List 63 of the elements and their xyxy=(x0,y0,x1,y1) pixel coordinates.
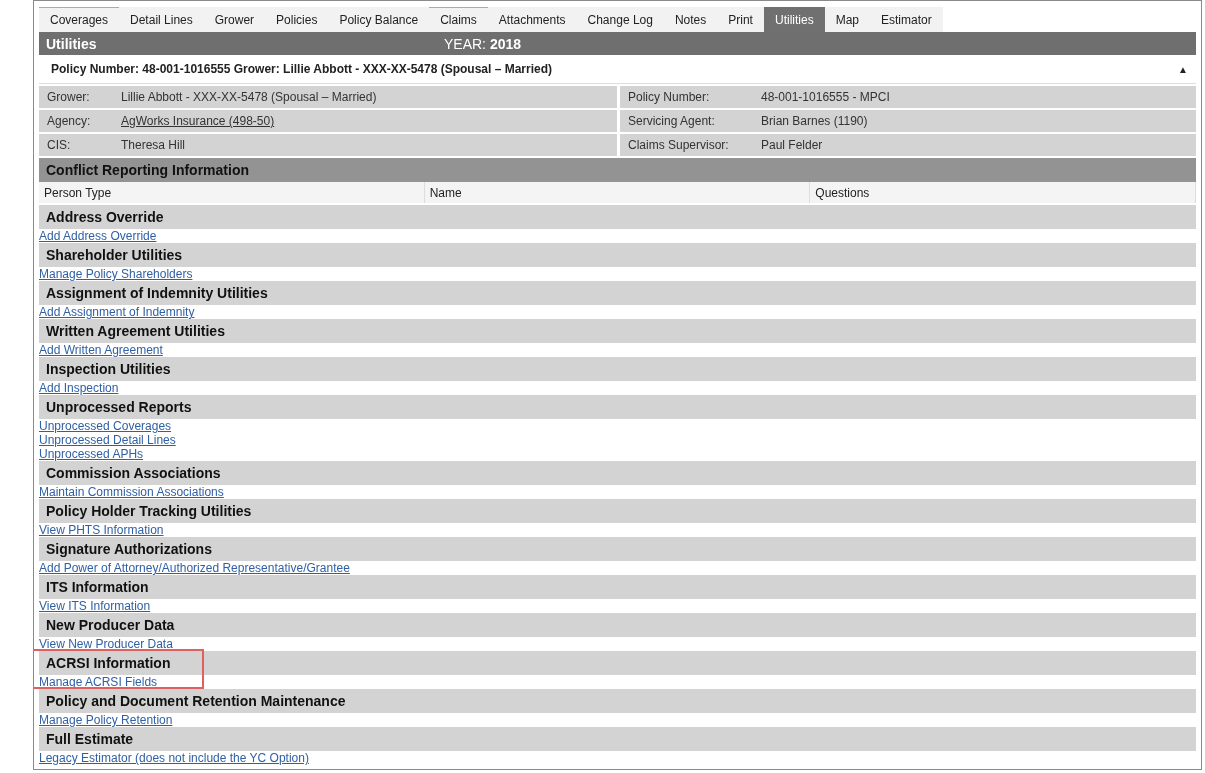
utility-link[interactable]: Add Inspection xyxy=(39,381,119,395)
utility-link[interactable]: Add Assignment of Indemnity xyxy=(39,305,195,319)
field-value: Theresa Hill xyxy=(121,138,186,152)
field-value: 48-001-1016555 - MPCI xyxy=(761,90,890,104)
tab[interactable]: Estimator xyxy=(870,7,943,32)
collapse-button[interactable]: ▲ xyxy=(1170,63,1196,75)
utility-link[interactable]: Maintain Commission Associations xyxy=(39,485,224,499)
section-title: Policy and Document Retention Maintenance xyxy=(46,693,346,709)
section-title: Address Override xyxy=(46,209,164,225)
utility-link[interactable]: View ITS Information xyxy=(39,599,151,613)
utility-link[interactable]: Unprocessed Coverages xyxy=(39,419,172,433)
field-label: Policy Number: xyxy=(627,90,711,104)
section-title: Conflict Reporting Information xyxy=(46,162,249,178)
tab[interactable]: Change Log xyxy=(576,7,664,32)
field-value: Brian Barnes (1190) xyxy=(761,114,868,128)
tab[interactable]: Notes xyxy=(663,7,718,32)
utility-link[interactable]: Manage Policy Shareholders xyxy=(39,267,193,281)
column-header: Questions xyxy=(810,182,1196,203)
section-title: Signature Authorizations xyxy=(46,541,212,557)
tab[interactable]: Policies xyxy=(265,7,329,32)
page-title: Utilities xyxy=(45,35,98,52)
section-title: New Producer Data xyxy=(46,617,175,633)
section-title: Assignment of Indemnity Utilities xyxy=(46,285,268,301)
section-title: Written Agreement Utilities xyxy=(46,323,225,339)
column-header: Name xyxy=(424,182,811,203)
tab[interactable]: Utilities xyxy=(763,7,825,32)
utility-link[interactable]: Unprocessed Detail Lines xyxy=(39,433,176,447)
tab[interactable]: Map xyxy=(824,7,870,32)
year-label: YEAR: 2018 xyxy=(444,35,522,52)
tab[interactable]: Detail Lines xyxy=(119,7,204,32)
field-label: CIS: xyxy=(46,138,72,152)
agency-link[interactable]: AgWorks Insurance (498-50) xyxy=(121,114,275,128)
tab[interactable]: Attachments xyxy=(487,7,577,32)
section-title: Unprocessed Reports xyxy=(46,399,192,415)
section-title: Inspection Utilities xyxy=(46,361,171,377)
field-value: Lillie Abbott - XXX-XX-5478 (Spousal – Married) xyxy=(121,90,377,104)
tab[interactable]: Coverages xyxy=(39,7,120,32)
utility-link[interactable]: Add Power of Attorney/Authorized Representative/Grantee xyxy=(39,561,350,575)
field-label: Agency: xyxy=(46,114,92,128)
utility-link[interactable]: Legacy Estimator (does not include the YC Option) xyxy=(39,751,309,765)
utility-link[interactable]: View New Producer Data xyxy=(39,637,173,651)
tab[interactable]: Grower xyxy=(203,7,266,32)
utility-link[interactable]: Manage Policy Retention xyxy=(39,713,173,727)
field-label: Grower: xyxy=(46,90,91,104)
utility-link[interactable]: Unprocessed APHs xyxy=(39,447,144,461)
tab[interactable]: Claims xyxy=(429,7,488,32)
section-title: Shareholder Utilities xyxy=(46,247,183,263)
policy-summary: Policy Number: 48-001-1016555 Grower: Lillie Abbott - XXX-XX-5478 (Spousal – Married) xyxy=(50,62,553,76)
utility-link[interactable]: Add Address Override xyxy=(39,229,157,243)
field-value: Paul Felder xyxy=(761,138,823,152)
section-title: Commission Associations xyxy=(46,465,221,481)
tab[interactable]: Policy Balance xyxy=(328,7,430,32)
section-title: Policy Holder Tracking Utilities xyxy=(46,503,252,519)
section-title: ITS Information xyxy=(46,579,149,595)
tab[interactable]: Print xyxy=(717,7,764,32)
utility-link[interactable]: Add Written Agreement xyxy=(39,343,163,357)
field-label: Servicing Agent: xyxy=(627,114,716,128)
section-title: Full Estimate xyxy=(46,731,134,747)
utility-link[interactable]: View PHTS Information xyxy=(39,523,164,537)
column-header: Person Type xyxy=(39,182,425,203)
field-label: Claims Supervisor: xyxy=(627,138,730,152)
section-title: ACRSI Information xyxy=(46,655,171,671)
utility-link[interactable]: Manage ACRSI Fields xyxy=(39,675,158,689)
